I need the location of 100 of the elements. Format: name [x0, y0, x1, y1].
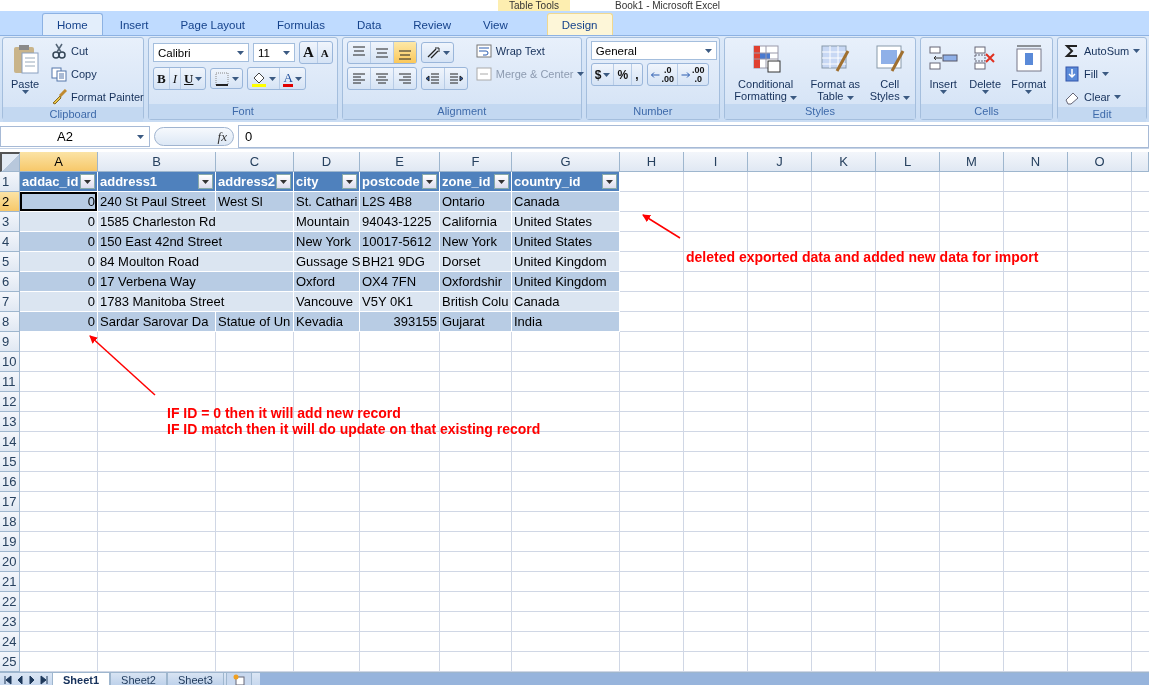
row-header[interactable]: 24: [0, 632, 20, 652]
ribbon-tab[interactable]: Page Layout: [165, 13, 261, 35]
column-header[interactable]: O: [1068, 152, 1132, 172]
ribbon-button[interactable]: Cut: [49, 41, 91, 61]
column-header[interactable]: M: [940, 152, 1004, 172]
filter-button[interactable]: [602, 174, 617, 189]
toolbar-button[interactable]: [210, 68, 244, 89]
column-header[interactable]: E: [360, 152, 440, 172]
row-header[interactable]: 18: [0, 512, 20, 532]
filter-button[interactable]: [198, 174, 213, 189]
row-header[interactable]: 15: [0, 452, 20, 472]
select-all-button[interactable]: [0, 152, 20, 172]
toolbar-button[interactable]: ,: [632, 64, 642, 85]
filter-button[interactable]: [422, 174, 437, 189]
row-header[interactable]: 7: [0, 292, 20, 312]
filter-button[interactable]: [494, 174, 509, 189]
row-header[interactable]: 5: [0, 252, 20, 272]
ribbon-button[interactable]: Paste: [7, 41, 43, 96]
column-header[interactable]: A: [20, 152, 98, 172]
row-header[interactable]: 17: [0, 492, 20, 512]
row-header[interactable]: 13: [0, 412, 20, 432]
ribbon-button[interactable]: Format: [1009, 41, 1048, 96]
last-sheet-icon[interactable]: [40, 675, 48, 685]
ribbon-button[interactable]: Conditional Formatting: [725, 41, 806, 104]
formula-field[interactable]: 0: [238, 125, 1149, 148]
filter-button[interactable]: [80, 174, 95, 189]
toolbar-button[interactable]: .00 .0: [678, 64, 708, 85]
sheet-tab[interactable]: Sheet1: [52, 673, 111, 685]
row-header[interactable]: 9: [0, 332, 20, 352]
toolbar-button[interactable]: [420, 42, 454, 63]
toolbar-button[interactable]: $: [591, 64, 615, 85]
row-header[interactable]: 22: [0, 592, 20, 612]
sheet-tab[interactable]: Sheet3: [166, 673, 224, 685]
column-header[interactable]: J: [748, 152, 812, 172]
ribbon-tab[interactable]: Home: [42, 13, 103, 35]
column-header[interactable]: F: [440, 152, 512, 172]
row-header[interactable]: 16: [0, 472, 20, 492]
dropdown-field[interactable]: General: [590, 41, 717, 60]
ribbon-button[interactable]: Wrap Text: [473, 41, 547, 61]
column-header[interactable]: D: [294, 152, 360, 172]
ribbon-tab[interactable]: View: [468, 13, 523, 35]
row-header[interactable]: 12: [0, 392, 20, 412]
toolbar-button[interactable]: A: [317, 42, 332, 63]
filter-button[interactable]: [342, 174, 357, 189]
row-header[interactable]: 1: [0, 172, 20, 192]
row-header[interactable]: 19: [0, 532, 20, 552]
ribbon-button[interactable]: Format as Table: [805, 41, 866, 104]
row-header[interactable]: 8: [0, 312, 20, 332]
ribbon-button[interactable]: Copy: [49, 64, 99, 84]
ribbon-button[interactable]: Insert: [925, 41, 962, 96]
ribbon-tab[interactable]: Design: [546, 13, 613, 35]
toolbar-button[interactable]: %: [614, 64, 633, 85]
toolbar-button[interactable]: A: [280, 68, 305, 89]
toolbar-button[interactable]: U: [181, 68, 206, 89]
ribbon-tab[interactable]: Data: [342, 13, 397, 35]
column-header[interactable]: H: [620, 152, 684, 172]
toolbar-button[interactable]: A: [300, 42, 318, 63]
horizontal-scrollbar[interactable]: [259, 673, 1149, 685]
row-header[interactable]: 3: [0, 212, 20, 232]
align-left-icon: [350, 70, 367, 87]
ribbon-button[interactable]: Cell Styles: [865, 41, 915, 104]
row-header[interactable]: 4: [0, 232, 20, 252]
caret-icon: [1133, 49, 1141, 53]
row-header[interactable]: 6: [0, 272, 20, 292]
row-header[interactable]: 14: [0, 432, 20, 452]
dropdown-field[interactable]: 11: [253, 43, 295, 62]
sheet-tab[interactable]: Sheet2: [110, 673, 167, 685]
column-header[interactable]: L: [876, 152, 940, 172]
ribbon-button[interactable]: Format Painter: [49, 87, 146, 107]
row-header[interactable]: 20: [0, 552, 20, 572]
ribbon-tab[interactable]: Review: [398, 13, 466, 35]
row-header[interactable]: 10: [0, 352, 20, 372]
row-header[interactable]: 23: [0, 612, 20, 632]
ribbon-button[interactable]: Delete: [967, 41, 1004, 96]
toolbar-button[interactable]: I: [169, 68, 181, 89]
ribbon-tab[interactable]: Formulas: [262, 13, 340, 35]
toolbar-button[interactable]: B: [154, 68, 170, 89]
row-header[interactable]: 21: [0, 572, 20, 592]
filter-button[interactable]: [276, 174, 291, 189]
column-header[interactable]: B: [98, 152, 216, 172]
column-header[interactable]: G: [512, 152, 620, 172]
row-header[interactable]: 11: [0, 372, 20, 392]
column-header[interactable]: N: [1004, 152, 1068, 172]
previous-sheet-icon[interactable]: [16, 675, 24, 685]
column-header[interactable]: I: [684, 152, 748, 172]
dropdown-field[interactable]: Calibri: [153, 43, 249, 62]
ribbon-tab[interactable]: Insert: [104, 13, 164, 35]
row-header[interactable]: 25: [0, 652, 20, 672]
column-header[interactable]: K: [812, 152, 876, 172]
name-box[interactable]: A2: [0, 126, 150, 147]
column-header[interactable]: C: [216, 152, 294, 172]
insert-function-button[interactable]: fx: [217, 128, 227, 145]
ribbon-button[interactable]: Clear: [1062, 87, 1124, 107]
next-sheet-icon[interactable]: [28, 675, 36, 685]
ribbon-button[interactable]: Fill: [1062, 64, 1112, 84]
ribbon-button[interactable]: AutoSum: [1062, 41, 1143, 61]
row-header[interactable]: 2: [0, 192, 20, 212]
insert-sheet-button[interactable]: [225, 673, 252, 685]
first-sheet-icon[interactable]: [4, 675, 12, 685]
toolbar-button[interactable]: .0 .00: [647, 64, 678, 85]
